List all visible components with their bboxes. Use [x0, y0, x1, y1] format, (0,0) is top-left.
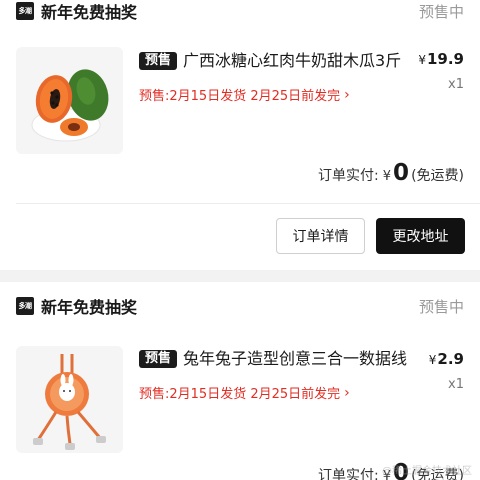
order-detail-button[interactable]: 订单详情 [276, 218, 365, 254]
item-info[interactable]: 预售 广西冰糖心红肉牛奶甜木瓜3斤 预售:2月15日发货 2月25日前发完 › [139, 48, 409, 104]
watermark: @稀土掘金技术社区 [382, 466, 472, 477]
change-address-button[interactable]: 更改地址 [376, 218, 465, 254]
price-value: 2.9 [437, 350, 464, 368]
item-price: ¥2.9 [429, 350, 464, 368]
presale-tag: 预售 [139, 52, 178, 70]
shop-name[interactable]: 新年免费抽奖 [41, 0, 137, 23]
price-column: ¥19.9 x1 [418, 50, 464, 92]
presale-info-text: 预售:2月15日发货 2月25日前发完 [139, 387, 341, 402]
order-card: 多潮 新年免费抽奖 预售中 预售 广西冰糖心红肉牛奶甜木瓜3斤 预售:2月15日发… [0, 0, 480, 270]
shop-name[interactable]: 新年免费抽奖 [41, 294, 137, 318]
price-column: ¥2.9 x1 [429, 350, 464, 392]
total-label: 订单实付: [318, 468, 379, 480]
papaya-image[interactable] [16, 47, 123, 154]
presale-info-text: 预售:2月15日发货 2月25日前发完 [139, 89, 341, 104]
item-price: ¥19.9 [418, 50, 464, 68]
cable-image[interactable] [16, 346, 123, 453]
order-status: 预售中 [418, 2, 464, 21]
shop-header[interactable]: 多潮 新年免费抽奖 预售中 [16, 0, 464, 23]
currency-symbol: ¥ [428, 353, 437, 367]
item-info[interactable]: 预售 兔年兔子造型创意三合一数据线 预售:2月15日发货 2月25日前发完 › [139, 346, 409, 402]
presale-info[interactable]: 预售:2月15日发货 2月25日前发完 › [139, 383, 409, 403]
order-status: 预售中 [418, 297, 464, 316]
presale-tag: 预售 [139, 350, 178, 368]
chevron-right-icon: › [344, 384, 350, 401]
shop-logo: 多潮 [16, 297, 34, 315]
item-quantity: x1 [448, 77, 464, 92]
item-quantity: x1 [448, 377, 464, 392]
presale-info[interactable]: 预售:2月15日发货 2月25日前发完 › [139, 85, 409, 105]
price-value: 19.9 [426, 50, 464, 68]
item-title-text: 兔年兔子造型创意三合一数据线 [183, 349, 408, 368]
item-title[interactable]: 预售 广西冰糖心红肉牛奶甜木瓜3斤 [139, 48, 409, 73]
total-label: 订单实付: [318, 168, 379, 184]
shop-logo: 多潮 [16, 2, 34, 20]
currency-symbol: ¥ [418, 53, 426, 67]
divider [16, 203, 480, 204]
shipping-note: (免运费) [411, 168, 464, 184]
shop-header[interactable]: 多潮 新年免费抽奖 预售中 [16, 294, 464, 318]
chevron-right-icon: › [344, 86, 350, 103]
total-currency: ¥ [382, 169, 392, 184]
order-card: 多潮 新年免费抽奖 预售中 预售 兔年兔子造型创意三合一数据线 预售:2月15日发… [0, 282, 480, 480]
item-title[interactable]: 预售 兔年兔子造型创意三合一数据线 [139, 346, 409, 371]
order-total: 订单实付: ¥ 0 (免运费) [318, 160, 464, 186]
total-amount: 0 [393, 160, 410, 186]
item-title-text: 广西冰糖心红肉牛奶甜木瓜3斤 [183, 51, 402, 70]
